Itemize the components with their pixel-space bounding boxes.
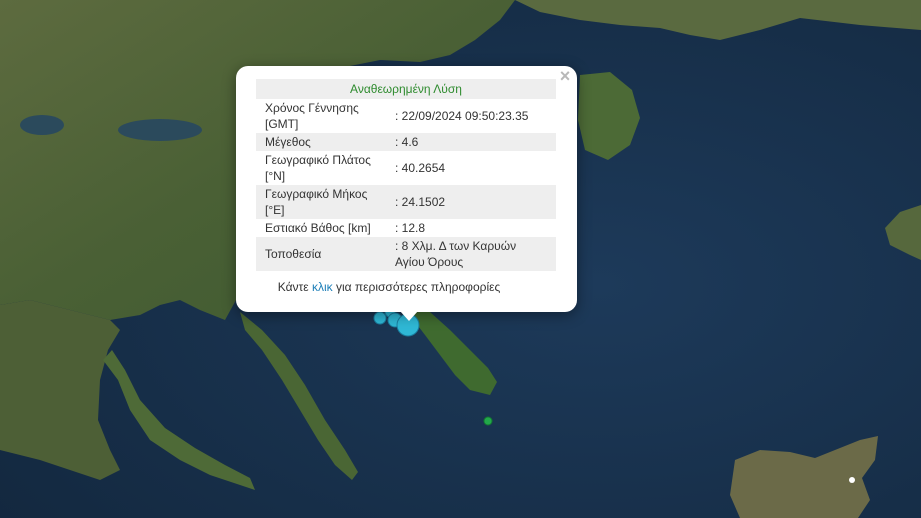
close-icon[interactable]: × xyxy=(557,67,573,85)
info-value: : 8 Χλμ. Δ των Καρυών Αγίου Όρους xyxy=(389,237,556,271)
info-row: Εστιακό Βάθος [km] : 12.8 xyxy=(256,219,556,237)
info-value: : 4.6 xyxy=(389,133,556,151)
city-light xyxy=(849,477,855,483)
info-row: Μέγεθος : 4.6 xyxy=(256,133,556,151)
more-info-line: Κάντε κλικ για περισσότερες πληροφορίες xyxy=(236,280,542,294)
info-row: Γεωγραφικό Μήκος [°E] : 24.1502 xyxy=(256,185,556,219)
info-value: : 22/09/2024 09:50:23.35 xyxy=(395,109,529,123)
info-row: Τοποθεσία : 8 Χλμ. Δ των Καρυών Αγίου Όρ… xyxy=(256,237,556,271)
quake-marker-old[interactable] xyxy=(483,416,493,426)
quake-info-table: Αναθεωρημένη Λύση Χρόνος Γέννησης [GMT] … xyxy=(256,79,556,271)
more-info-link[interactable]: κλικ xyxy=(312,280,333,294)
info-value: : 12.8 xyxy=(395,221,426,235)
popup-tip xyxy=(400,311,418,321)
more-prefix: Κάντε xyxy=(277,280,312,294)
more-suffix: για περισσότερες πληροφορίες xyxy=(332,280,501,294)
info-label: Εστιακό Βάθος [km] xyxy=(265,221,371,235)
popup-title: Αναθεωρημένη Λύση xyxy=(256,79,556,99)
info-label: Γεωγραφικό Μήκος [°E] xyxy=(256,185,389,219)
info-label: Τοποθεσία xyxy=(256,237,389,271)
info-row: Χρόνος Γέννησης [GMT] : 22/09/2024 09:50… xyxy=(256,99,556,133)
info-label: Χρόνος Γέννησης [GMT] xyxy=(265,101,359,131)
info-value: : 40.2654 xyxy=(395,161,446,175)
quake-marker[interactable] xyxy=(373,311,387,325)
info-label: Γεωγραφικό Πλάτος [°N] xyxy=(265,153,371,183)
lake-koroneia xyxy=(20,115,64,135)
info-row: Γεωγραφικό Πλάτος [°N] : 40.2654 xyxy=(256,151,556,185)
info-value: : 24.1502 xyxy=(389,185,556,219)
info-label: Μέγεθος xyxy=(256,133,389,151)
lake-volvi xyxy=(118,119,202,141)
